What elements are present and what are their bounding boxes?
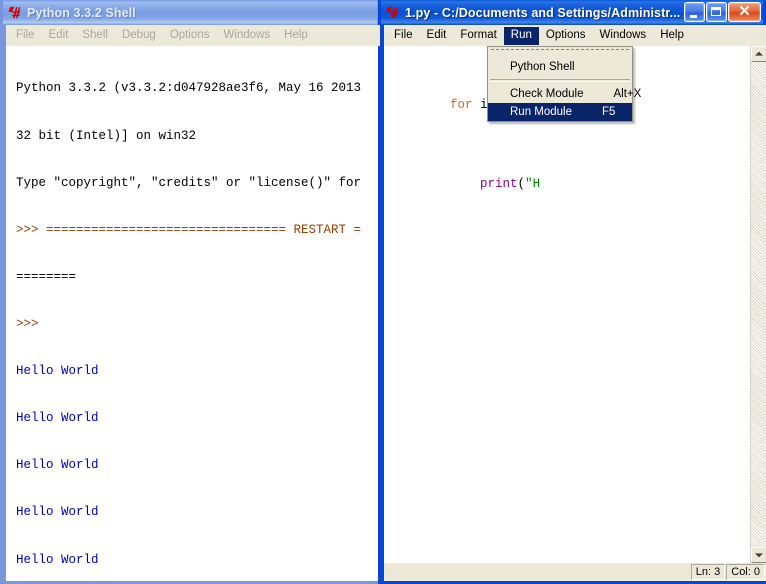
shell-menu-debug[interactable]: Debug bbox=[115, 27, 163, 45]
shell-menu-options[interactable]: Options bbox=[163, 27, 217, 45]
shell-line-text: >>> ================================ RES… bbox=[16, 223, 361, 237]
menu-item-accelerator: F5 bbox=[602, 103, 615, 121]
shell-line: Hello World bbox=[16, 458, 380, 474]
shell-line-text: Hello World bbox=[16, 505, 99, 519]
shell-output-text: Python 3.3.2 (v3.3.2:d047928ae3f6, May 1… bbox=[6, 46, 380, 581]
shell-line-text: 32 bit (Intel)] on win32 bbox=[16, 129, 196, 143]
shell-titlebar[interactable]: Python 3.3.2 Shell bbox=[3, 0, 377, 25]
menu-item-label: Run Module bbox=[510, 103, 572, 121]
shell-line-text: Hello World bbox=[16, 364, 99, 378]
shell-title-text: Python 3.3.2 Shell bbox=[27, 6, 136, 20]
shell-menu-help[interactable]: Help bbox=[277, 27, 315, 45]
editor-menu-windows[interactable]: Windows bbox=[593, 27, 654, 45]
caption-button-group: ✕ bbox=[684, 2, 761, 22]
editor-menu-edit[interactable]: Edit bbox=[420, 27, 454, 45]
shell-line: 32 bit (Intel)] on win32 bbox=[16, 129, 380, 145]
editor-menu-format[interactable]: Format bbox=[453, 27, 503, 45]
editor-menubar[interactable]: File Edit Format Run Options Windows Hel… bbox=[384, 25, 766, 46]
minimize-icon[interactable] bbox=[684, 2, 705, 22]
editor-title-text: 1.py - C:/Documents and Settings/Adminis… bbox=[405, 6, 680, 20]
code-token: ( bbox=[518, 177, 526, 191]
code-token: for bbox=[450, 98, 473, 112]
shell-line-text: Hello World bbox=[16, 411, 99, 425]
shell-line: Hello World bbox=[16, 364, 380, 380]
shell-line: Hello World bbox=[16, 411, 380, 427]
shell-line: >>> ================================ RES… bbox=[16, 223, 380, 239]
shell-line: >>> bbox=[16, 317, 380, 333]
shell-line-text: Type "copyright", "credits" or "license(… bbox=[16, 176, 361, 190]
code-token: print bbox=[480, 177, 518, 191]
shell-line-text: Hello World bbox=[16, 553, 99, 567]
shell-line: Python 3.3.2 (v3.3.2:d047928ae3f6, May 1… bbox=[16, 81, 380, 97]
shell-line: Hello World bbox=[16, 505, 380, 521]
menu-item-label: Python Shell bbox=[510, 58, 575, 76]
scroll-down-icon[interactable] bbox=[751, 547, 766, 563]
editor-text-area[interactable]: for i in ran print("H bbox=[384, 46, 750, 563]
close-icon[interactable]: ✕ bbox=[728, 2, 761, 22]
shell-menu-file[interactable]: File bbox=[9, 27, 42, 45]
menu-item-python-shell[interactable]: Python Shell bbox=[488, 58, 632, 76]
editor-vertical-scrollbar[interactable] bbox=[750, 46, 766, 563]
menu-tearoff-handle[interactable] bbox=[491, 49, 629, 57]
shell-menu-windows[interactable]: Windows bbox=[216, 27, 277, 45]
python-feather-icon bbox=[7, 5, 23, 21]
python-shell-window[interactable]: Python 3.3.2 Shell File Edit Shell Debug… bbox=[0, 0, 380, 584]
maximize-icon[interactable] bbox=[706, 2, 727, 22]
python-editor-window[interactable]: 1.py - C:/Documents and Settings/Adminis… bbox=[378, 0, 766, 584]
shell-line: Type "copyright", "credits" or "license(… bbox=[16, 176, 380, 192]
shell-menubar[interactable]: File Edit Shell Debug Options Windows He… bbox=[6, 25, 380, 46]
shell-line-text: >>> bbox=[16, 317, 46, 331]
menu-item-accelerator: Alt+X bbox=[614, 85, 642, 103]
editor-menu-options[interactable]: Options bbox=[539, 27, 593, 45]
shell-line: Hello World bbox=[16, 553, 380, 569]
code-line: print("H bbox=[390, 161, 750, 208]
editor-statusbar: Ln: 3 Col: 0 bbox=[384, 563, 766, 581]
menu-item-label: Check Module bbox=[510, 85, 584, 103]
shell-line-text: Hello World bbox=[16, 458, 99, 472]
shell-menu-shell[interactable]: Shell bbox=[75, 27, 115, 45]
code-token bbox=[450, 177, 480, 191]
run-dropdown-menu[interactable]: Python Shell Check Module Alt+X Run Modu… bbox=[487, 46, 633, 122]
editor-menu-file[interactable]: File bbox=[387, 27, 420, 45]
menu-item-check-module[interactable]: Check Module Alt+X bbox=[488, 85, 632, 103]
editor-menu-help[interactable]: Help bbox=[653, 27, 691, 45]
status-column-indicator: Col: 0 bbox=[726, 564, 765, 580]
python-feather-icon bbox=[385, 5, 401, 21]
menu-item-run-module[interactable]: Run Module F5 bbox=[488, 103, 632, 121]
code-token: "H bbox=[525, 177, 540, 191]
editor-titlebar[interactable]: 1.py - C:/Documents and Settings/Adminis… bbox=[381, 0, 763, 25]
menu-separator bbox=[490, 79, 630, 82]
status-line-indicator: Ln: 3 bbox=[691, 564, 725, 580]
shell-output-area[interactable]: Python 3.3.2 (v3.3.2:d047928ae3f6, May 1… bbox=[6, 46, 380, 581]
scroll-up-icon[interactable] bbox=[751, 46, 766, 62]
shell-line-text: Python 3.3.2 (v3.3.2:d047928ae3f6, May 1… bbox=[16, 81, 361, 95]
shell-line-text: ======== bbox=[16, 270, 76, 284]
shell-line: ======== bbox=[16, 270, 380, 286]
editor-menu-run[interactable]: Run bbox=[504, 27, 539, 45]
shell-menu-edit[interactable]: Edit bbox=[42, 27, 76, 45]
